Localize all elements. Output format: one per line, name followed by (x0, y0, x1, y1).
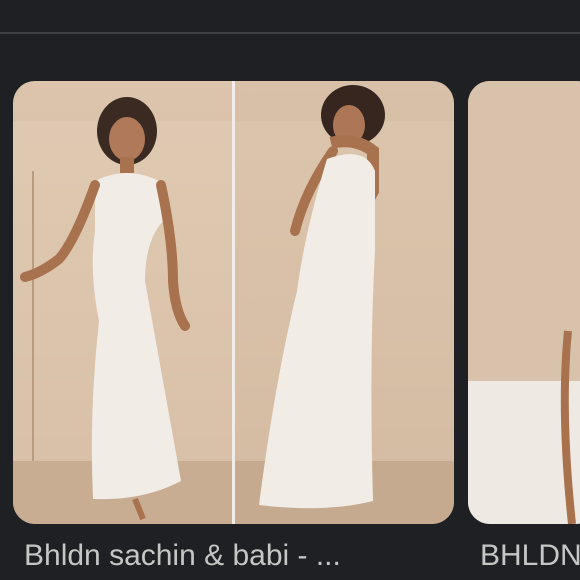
dress-illustration (468, 81, 580, 524)
dress-photo (468, 81, 580, 524)
image-result-card[interactable] (468, 81, 580, 524)
result-caption[interactable]: Bhldn sachin & babi - ... (24, 536, 424, 576)
dress-front-photo (13, 81, 232, 524)
result-caption[interactable]: BHLDN (480, 536, 580, 576)
header-divider (0, 32, 580, 34)
dress-back-photo (235, 81, 454, 524)
image-result-card[interactable] (13, 81, 454, 524)
dress-front-illustration (13, 97, 232, 524)
dress-back-illustration (235, 85, 454, 524)
